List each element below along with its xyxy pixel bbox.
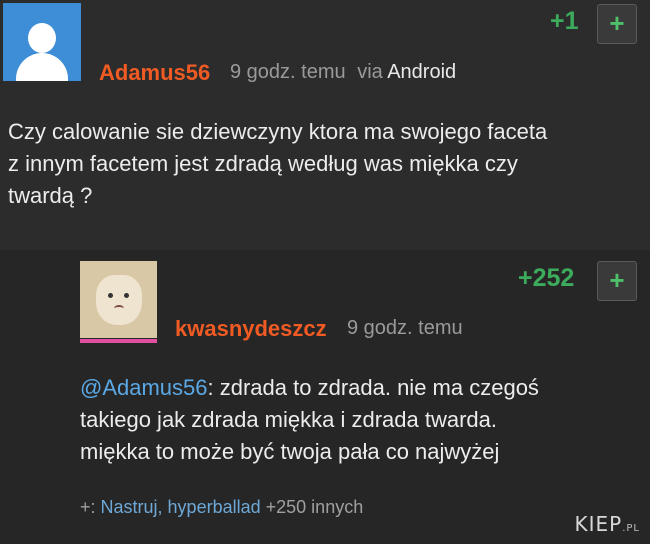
post: +1 + Adamus56 9 godz. temu via Android C…	[0, 0, 650, 250]
post-line: twardą ?	[8, 183, 93, 208]
avatar-head-shape	[28, 23, 56, 53]
reply-avatar[interactable]	[80, 261, 157, 338]
site-watermark: KIEP.PL	[575, 512, 641, 536]
reply: +252 + kwasnydeszcz 9 godz. temu @Adamus…	[0, 250, 650, 544]
post-line: Czy calowanie sie dziewczyny ktora ma sw…	[8, 119, 548, 144]
reply-line: @Adamus56: zdrada to zdrada. nie ma czeg…	[80, 372, 539, 404]
reply-line-text: : zdrada to zdrada. nie ma czegoś	[207, 375, 539, 400]
avatar-face	[96, 275, 142, 325]
gender-bar	[80, 339, 157, 343]
voters-prefix: +:	[80, 497, 96, 517]
vote-count: +1	[550, 7, 579, 35]
voters-footer: +: Nastruj, hyperballad +250 innych	[80, 497, 363, 518]
post-meta: 9 godz. temu via Android	[230, 61, 456, 84]
via-label: via	[357, 61, 383, 83]
reply-time[interactable]: 9 godz. temu	[347, 317, 463, 340]
reply-vote-count: +252	[518, 264, 575, 292]
post-line: z innym facetem jest zdradą według was m…	[8, 151, 518, 176]
upvote-button[interactable]: +	[597, 4, 637, 44]
reply-author-name[interactable]: kwasnydeszcz	[175, 316, 327, 342]
avatar-eye	[124, 293, 129, 298]
avatar-body-shape	[16, 53, 68, 81]
reply-body: @Adamus56: zdrada to zdrada. nie ma czeg…	[80, 372, 539, 468]
reply-line: miękka to może być twoja pała co najwyże…	[80, 439, 500, 464]
reply-line: takiego jak zdrada miękka i zdrada tward…	[80, 407, 497, 432]
avatar-mouth	[114, 305, 124, 312]
avatar-eye	[108, 293, 113, 298]
source-app: Android	[387, 61, 457, 83]
watermark-text: KIEP	[574, 512, 623, 536]
author-name[interactable]: Adamus56	[99, 60, 210, 86]
reply-upvote-button[interactable]: +	[597, 261, 637, 301]
voters-names[interactable]: Nastruj, hyperballad	[101, 497, 261, 517]
post-time[interactable]: 9 godz. temu	[230, 61, 346, 83]
user-mention-link[interactable]: @Adamus56	[80, 375, 208, 400]
user-avatar[interactable]	[3, 3, 81, 81]
post-body: Czy calowanie sie dziewczyny ktora ma sw…	[8, 116, 547, 212]
watermark-suffix: .PL	[622, 523, 640, 534]
voters-more[interactable]: +250 innych	[266, 497, 364, 517]
